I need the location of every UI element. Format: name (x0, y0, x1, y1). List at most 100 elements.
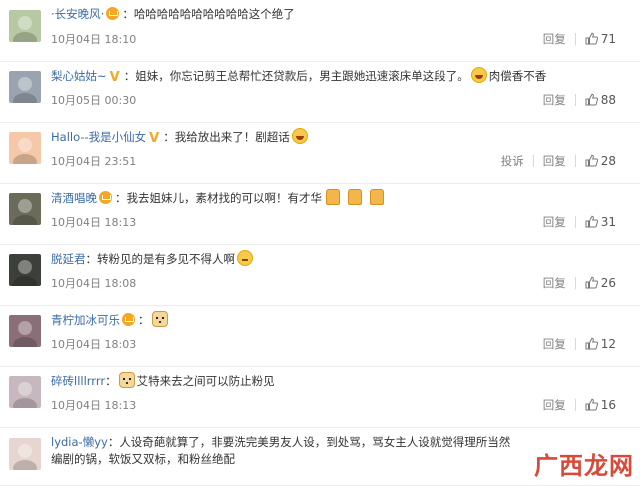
thumbs-up-emoji-icon (348, 189, 362, 205)
colon-separator: ： (138, 313, 150, 327)
comment-timestamp: 10月04日 18:13 (51, 399, 137, 412)
reply-button[interactable]: 回复 (543, 214, 566, 230)
colon-separator: ： (123, 69, 136, 83)
thumbs-up-icon (585, 215, 598, 228)
laugh-emoji-icon (470, 67, 487, 83)
username-link[interactable]: ·长安晚风· (51, 7, 104, 21)
reply-button[interactable]: 回复 (543, 397, 566, 413)
avatar[interactable] (9, 254, 41, 286)
like-button[interactable]: 88 (585, 93, 616, 107)
comment-actions: 回复 16 (543, 397, 616, 413)
colon-separator: ： (85, 252, 98, 266)
username-link[interactable]: 碎砖llllrrrr (51, 374, 105, 388)
like-button[interactable]: 26 (585, 276, 616, 290)
reply-button[interactable]: 回复 (543, 31, 566, 47)
avatar[interactable] (9, 10, 41, 42)
like-count: 71 (600, 32, 616, 46)
thumbs-up-emoji-icon (370, 189, 384, 205)
comment-text: 哈哈哈哈哈哈哈哈哈哈这个绝了 (133, 7, 295, 21)
username-link[interactable]: 梨心姑姑~ (51, 69, 107, 83)
avatar[interactable] (9, 132, 41, 164)
comment-text: 我去姐妹儿，素材找的可以啊！有才华 (126, 191, 323, 205)
thumbs-up-icon (585, 398, 598, 411)
comment-text: 艾特来去之间可以防止粉见 (136, 374, 275, 388)
like-button[interactable]: 12 (585, 337, 616, 351)
comment-line: lydia-懒yy：人设奇葩就算了，非要洗完美男友人设，到处骂，骂女主人设就觉得… (51, 434, 510, 450)
comment-timestamp: 10月04日 18:10 (51, 33, 137, 46)
username-link[interactable]: 青柠加冰可乐 (51, 313, 120, 327)
comment-line: 脱延君：转粉见的是有多见不得人啊 (51, 250, 255, 267)
member-crown-icon (122, 313, 135, 326)
username-link[interactable]: lydia-懒yy (51, 435, 108, 449)
colon-separator: ： (105, 374, 117, 388)
comment-timestamp: 10月04日 18:13 (51, 216, 137, 229)
verified-v-icon: V (109, 70, 120, 85)
comment-actions: 回复 88 (543, 92, 616, 108)
like-button[interactable]: 28 (585, 154, 616, 168)
comment-timestamp: 10月04日 23:51 (51, 155, 137, 168)
reply-button[interactable]: 回复 (543, 153, 566, 169)
colon-separator: ： (115, 191, 127, 205)
action-divider (574, 399, 576, 411)
avatar[interactable] (9, 376, 41, 408)
thumbs-up-icon (585, 93, 598, 106)
report-button[interactable]: 投诉 (501, 153, 524, 169)
comment-line-2: 编剧的锅，软饭又双标，和粉丝绝配 (51, 451, 235, 467)
comment-row: Hallo--我是小仙女 V ：我给放出来了！剧超话 10月04日 23:51 投诉 回复… (0, 122, 640, 184)
comment-row: 脱延君：转粉见的是有多见不得人啊 10月04日 18:08 回复 26 (0, 244, 640, 306)
like-button[interactable]: 31 (585, 215, 616, 229)
thumbs-up-icon (585, 337, 598, 350)
thumbs-up-icon (585, 32, 598, 45)
comment-row: 青柠加冰可乐 ： 10月04日 18:03 回复 12 (0, 305, 640, 367)
comment-actions: 回复 31 (543, 214, 616, 230)
username-link[interactable]: Hallo--我是小仙女 (51, 130, 146, 144)
comment-row: 碎砖llllrrrr： 艾特来去之间可以防止粉见 10月04日 18:13 回复 16 (0, 366, 640, 428)
comment-text: 人设奇葩就算了，非要洗完美男友人设，到处骂，骂女主人设就觉得理所当然 (119, 435, 511, 449)
username-link[interactable]: 清酒唱晚 (51, 191, 97, 205)
like-button[interactable]: 71 (585, 32, 616, 46)
action-divider (574, 338, 576, 350)
reply-button[interactable]: 回复 (543, 275, 566, 291)
avatar[interactable] (9, 315, 41, 347)
comment-line: Hallo--我是小仙女 V ：我给放出来了！剧超话 (51, 128, 310, 147)
thumbs-up-icon (585, 154, 598, 167)
action-divider (574, 33, 576, 45)
dog-emoji-icon (151, 311, 168, 327)
member-crown-icon (106, 7, 120, 20)
like-count: 12 (600, 337, 616, 351)
think-emoji-icon (237, 250, 253, 266)
avatar[interactable] (9, 193, 41, 225)
like-count: 28 (600, 154, 616, 168)
comment-timestamp: 10月05日 00:30 (51, 94, 137, 107)
comment-text-tail: 肉偿香不香 (488, 69, 547, 83)
comment-actions: 回复 26 (543, 275, 616, 291)
action-divider (574, 94, 576, 106)
avatar[interactable] (9, 438, 41, 470)
like-count: 26 (600, 276, 616, 290)
comment-timestamp: 10月04日 18:03 (51, 338, 137, 351)
laugh-emoji-icon (291, 128, 308, 144)
action-divider (574, 155, 576, 167)
comment-line: ·长安晚风· ：哈哈哈哈哈哈哈哈哈哈这个绝了 (51, 6, 295, 22)
comment-actions: 回复 12 (543, 336, 616, 352)
comment-row: 梨心姑姑~ V ：姐妹，你忘记剪王总帮忙还贷款后，男主跟她迅速滚床单这段了。 肉偿香不… (0, 61, 640, 123)
thumbs-up-emoji-icon (326, 189, 340, 205)
username-link[interactable]: 脱延君 (51, 252, 86, 266)
comment-text-continued: 编剧的锅，软饭又双标，和粉丝绝配 (51, 452, 235, 466)
action-divider (532, 155, 534, 167)
comment-line: 梨心姑姑~ V ：姐妹，你忘记剪王总帮忙还贷款后，男主跟她迅速滚床单这段了。 肉偿香不… (51, 67, 546, 86)
comment-actions: 回复 71 (543, 31, 616, 47)
like-button[interactable]: 16 (585, 398, 616, 412)
comment-line: 碎砖llllrrrr： 艾特来去之间可以防止粉见 (51, 372, 275, 389)
colon-separator: ： (122, 7, 134, 21)
like-count: 31 (600, 215, 616, 229)
reply-button[interactable]: 回复 (543, 336, 566, 352)
comment-text: 转粉见的是有多见不得人啊 (97, 252, 235, 266)
reply-button[interactable]: 回复 (543, 92, 566, 108)
like-count: 16 (600, 398, 616, 412)
comment-actions: 投诉 回复 28 (501, 153, 616, 169)
comment-line: 清酒唱晚 ：我去姐妹儿，素材找的可以啊！有才华 (51, 189, 388, 206)
avatar[interactable] (9, 71, 41, 103)
verified-v-icon: V (149, 131, 160, 146)
comment-line: 青柠加冰可乐 ： (51, 311, 170, 328)
